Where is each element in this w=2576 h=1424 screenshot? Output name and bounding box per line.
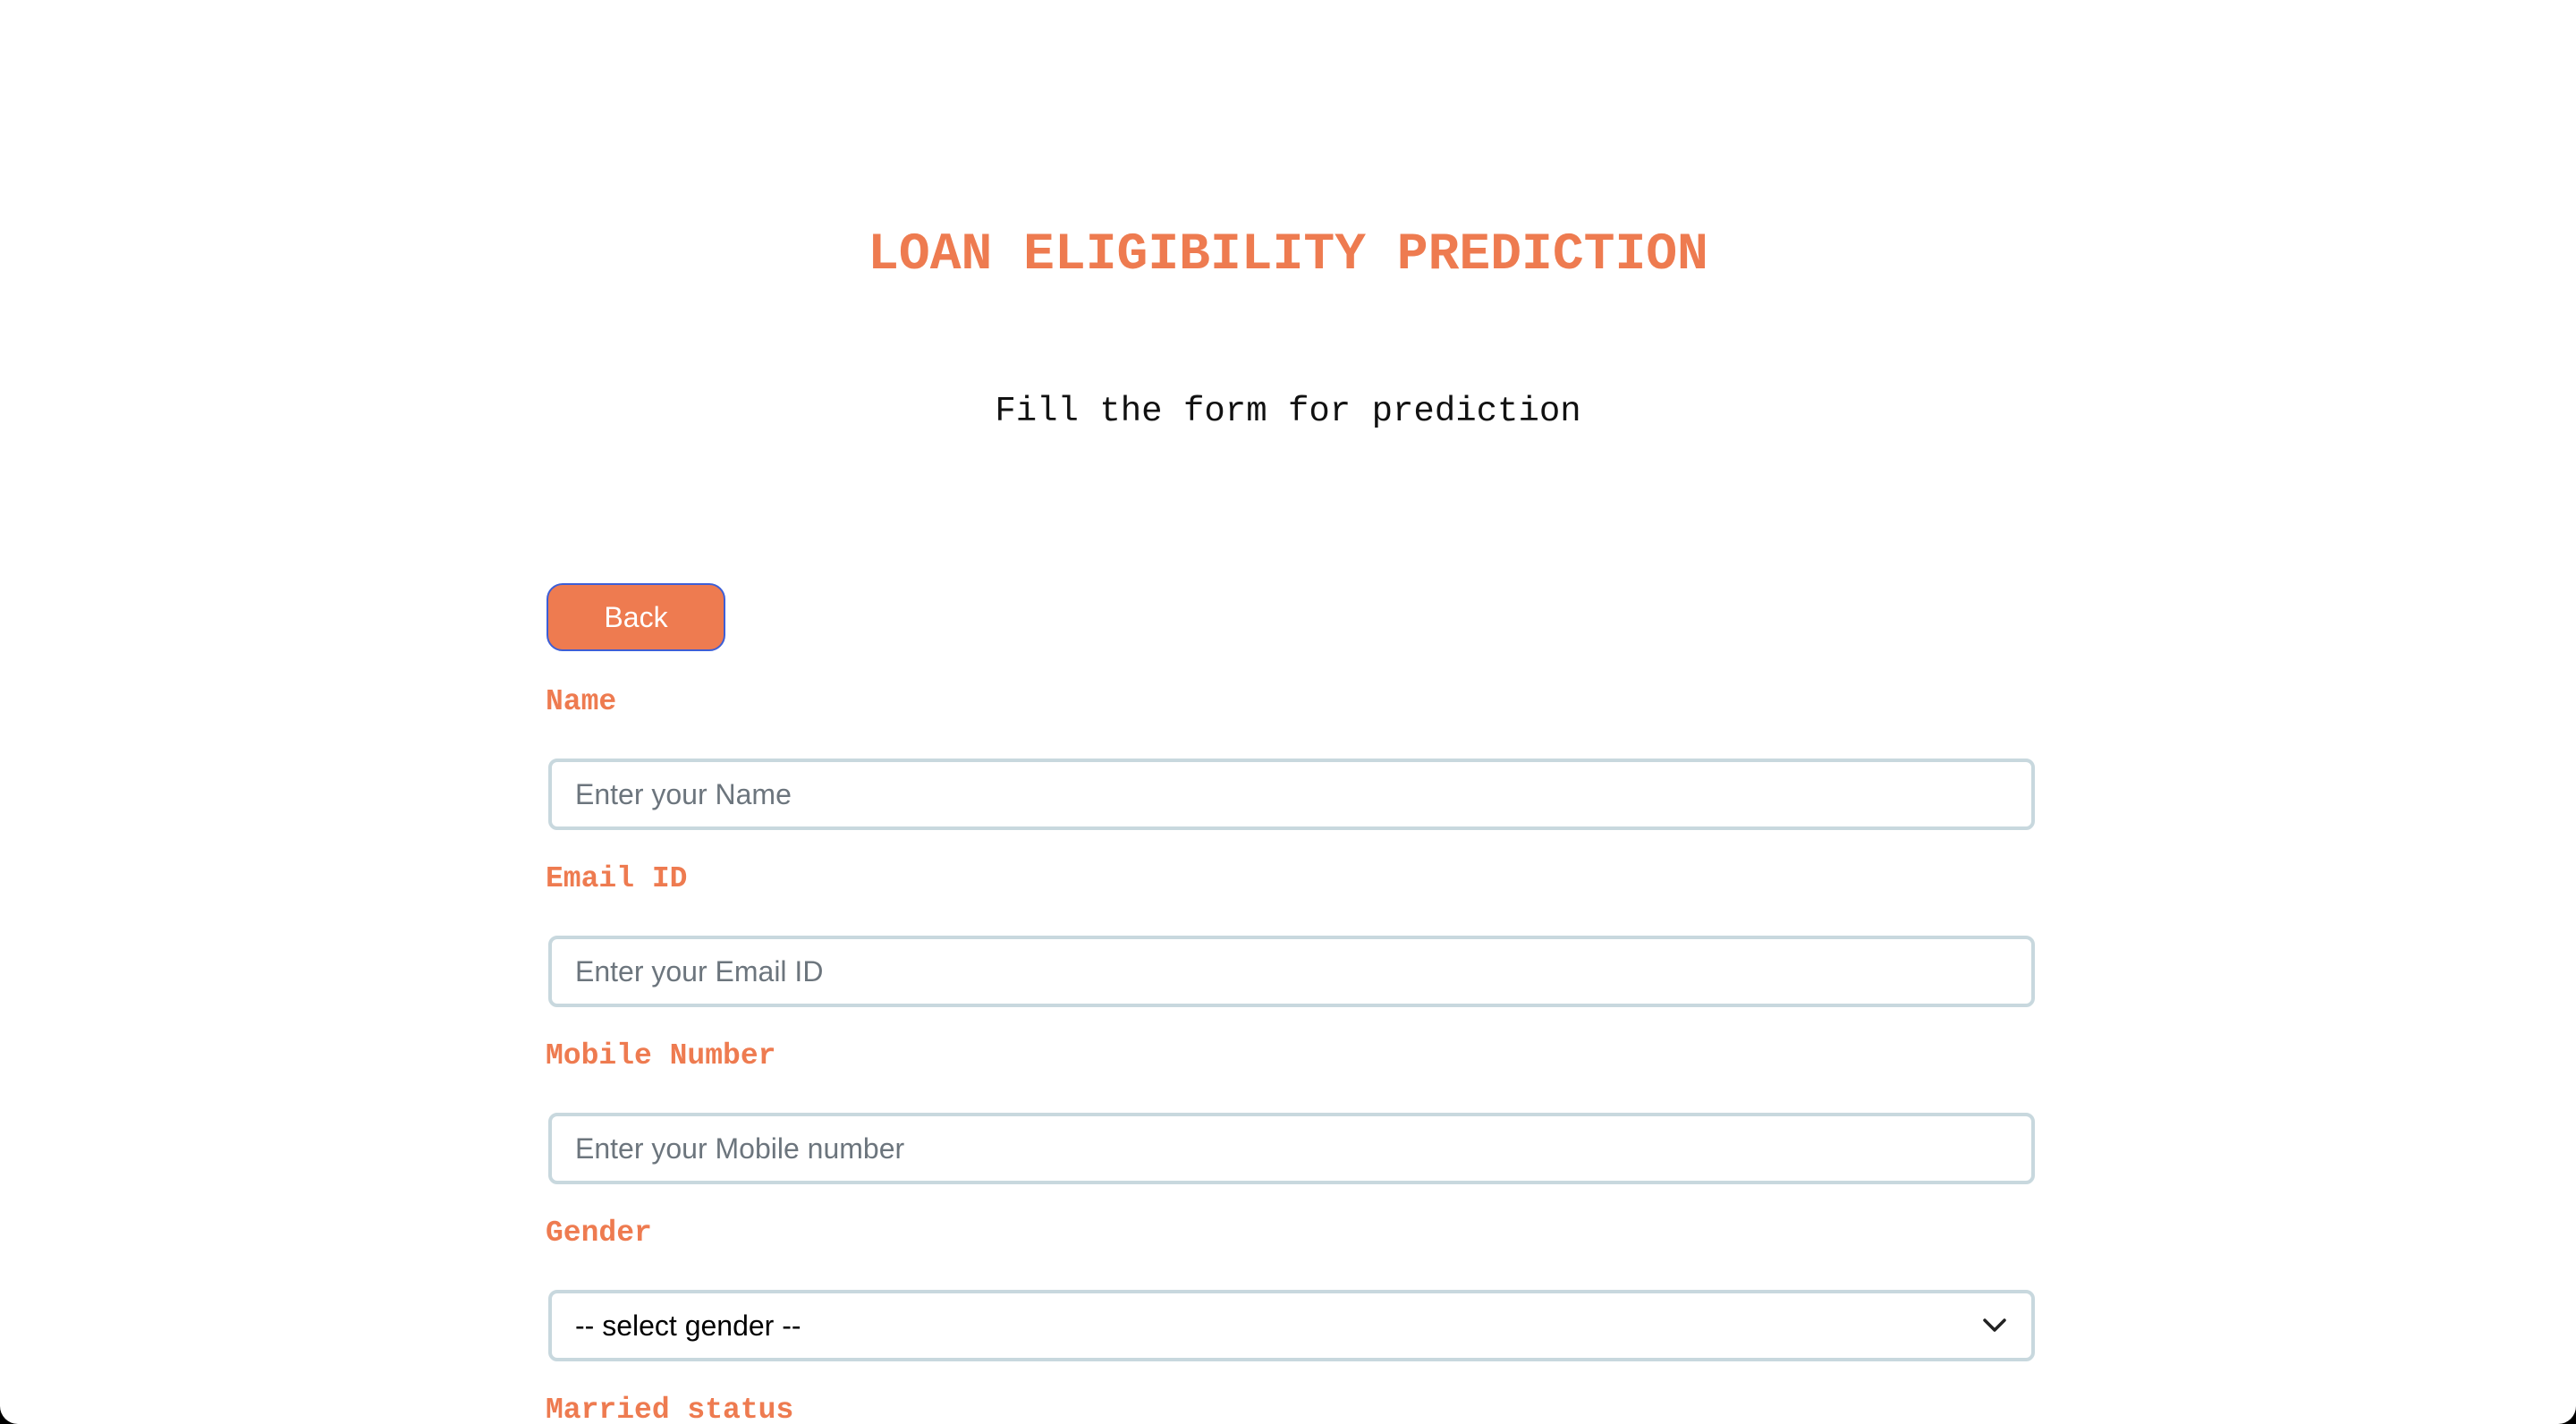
mobile-input[interactable]: [548, 1113, 2035, 1184]
chevron-down-icon: [1981, 1312, 2008, 1339]
name-input[interactable]: [548, 759, 2035, 830]
gender-select-value: -- select gender --: [575, 1309, 801, 1342]
married-status-label: Married status: [546, 1394, 794, 1424]
page: LOAN ELIGIBILITY PREDICTION Fill the for…: [0, 0, 2576, 1424]
email-label: Email ID: [546, 862, 688, 895]
mobile-label: Mobile Number: [546, 1039, 776, 1072]
gender-select[interactable]: -- select gender --: [548, 1290, 2035, 1361]
page-subtitle: Fill the form for prediction: [995, 392, 1581, 431]
page-title: LOAN ELIGIBILITY PREDICTION: [868, 226, 1708, 284]
email-input[interactable]: [548, 936, 2035, 1007]
back-button[interactable]: Back: [547, 583, 725, 651]
gender-label: Gender: [546, 1216, 652, 1250]
name-label: Name: [546, 685, 617, 718]
